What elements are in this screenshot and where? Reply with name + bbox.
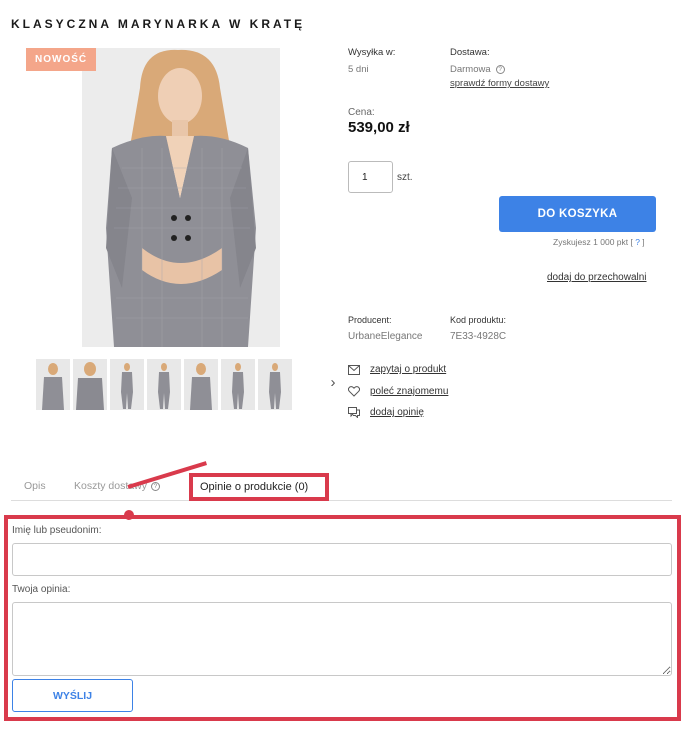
product-title: KLASYCZNA MARYNARKA W KRATĘ bbox=[11, 17, 306, 31]
shipping-label: Wysyłka w: bbox=[348, 47, 396, 58]
heart-icon bbox=[348, 386, 360, 397]
opinion-field-label: Twoja opinia: bbox=[12, 584, 71, 595]
opinion-field[interactable] bbox=[12, 602, 672, 676]
recommend-to-friend-label: poleć znajomemu bbox=[370, 386, 449, 397]
price-label: Cena: bbox=[348, 107, 375, 118]
loyalty-points: Zyskujesz 1 000 pkt [ ? ] bbox=[553, 237, 645, 247]
thumbnail-strip bbox=[36, 359, 292, 410]
delivery-label: Dostawa: bbox=[450, 47, 490, 58]
product-main-image[interactable] bbox=[82, 48, 280, 347]
points-text: Zyskujesz 1 000 pkt [ bbox=[553, 237, 633, 247]
add-to-cart-button[interactable]: DO KOSZYKA bbox=[499, 196, 656, 232]
delivery-info: Dostawa: Darmowa ? sprawdź formy dostawy bbox=[450, 47, 549, 89]
chevron-right-icon[interactable]: › bbox=[326, 374, 340, 392]
product-code-value: 7E33-4928C bbox=[450, 331, 507, 342]
tab-description[interactable]: Opis bbox=[24, 480, 46, 492]
add-review-link[interactable]: dodaj opinię bbox=[348, 407, 424, 418]
thumbnail[interactable] bbox=[110, 359, 144, 410]
thumbnail[interactable] bbox=[221, 359, 255, 410]
ask-about-product-link[interactable]: zapytaj o produkt bbox=[348, 364, 446, 375]
quantity-unit: szt. bbox=[397, 172, 413, 183]
tab-reviews[interactable]: Opinie o produkcie (0) bbox=[200, 481, 308, 493]
ask-about-product-label: zapytaj o produkt bbox=[370, 364, 447, 375]
points-bracket: ] bbox=[642, 237, 645, 247]
new-badge: NOWOŚĆ bbox=[26, 48, 97, 71]
delivery-value: Darmowa bbox=[450, 64, 491, 75]
envelope-icon bbox=[348, 364, 360, 375]
recommend-to-friend-link[interactable]: poleć znajomemu bbox=[348, 386, 448, 397]
question-icon: ? bbox=[150, 481, 160, 491]
add-review-label: dodaj opinię bbox=[370, 407, 424, 418]
delivery-options-link[interactable]: sprawdź formy dostawy bbox=[450, 78, 549, 89]
add-to-storage-link[interactable]: dodaj do przechowalni bbox=[547, 272, 647, 283]
thumbnail[interactable] bbox=[258, 359, 292, 410]
thumbnail[interactable] bbox=[73, 359, 107, 410]
thumbnail[interactable] bbox=[184, 359, 218, 410]
quantity-input[interactable] bbox=[348, 161, 393, 193]
shipping-info: Wysyłka w: 5 dni bbox=[348, 47, 395, 75]
name-field[interactable] bbox=[12, 543, 672, 576]
price-value: 539,00 zł bbox=[348, 119, 410, 136]
product-tabs: Opis Koszty dostawy ? bbox=[11, 480, 672, 501]
producer-info: Producent: UrbaneElegance bbox=[348, 315, 423, 342]
product-code-info: Kod produktu: 7E33-4928C bbox=[450, 315, 506, 342]
chat-icon bbox=[348, 407, 360, 418]
name-field-label: Imię lub pseudonim: bbox=[12, 525, 102, 536]
thumbnail[interactable] bbox=[36, 359, 70, 410]
producer-label: Producent: bbox=[348, 315, 392, 325]
product-code-label: Kod produktu: bbox=[450, 315, 507, 325]
shipping-value: 5 dni bbox=[348, 64, 369, 75]
producer-value[interactable]: UrbaneElegance bbox=[348, 331, 423, 342]
question-icon[interactable]: ? bbox=[495, 65, 505, 74]
points-help-link[interactable]: ? bbox=[633, 237, 642, 247]
thumbnail[interactable] bbox=[147, 359, 181, 410]
submit-review-button[interactable]: WYŚLIJ bbox=[12, 679, 133, 712]
